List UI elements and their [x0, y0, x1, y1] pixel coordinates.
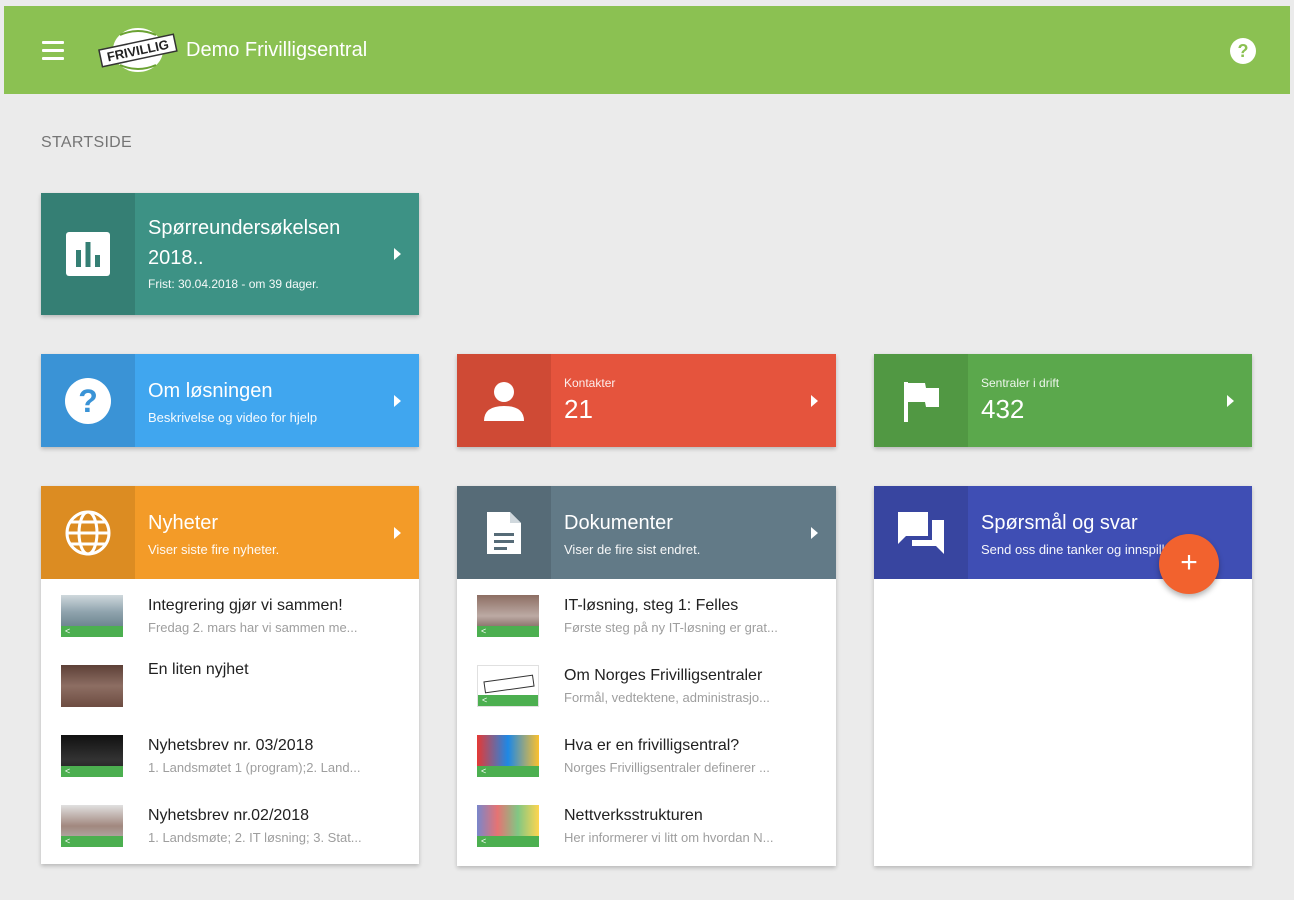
news-item-summary: 1. Landsmøtet 1 (program);2. Land... — [148, 760, 361, 775]
svg-text:?: ? — [78, 383, 98, 419]
share-icon: < — [478, 695, 538, 706]
app-header: FRIVILLIG Demo Frivilligsentral ? — [4, 6, 1290, 94]
news-item-summary: Fredag 2. mars har vi sammen me... — [148, 620, 358, 635]
chevron-right-icon — [394, 394, 401, 407]
breadcrumb: STARTSIDE — [41, 134, 133, 151]
documents-card: Dokumenter Viser de fire sist endret. < … — [457, 486, 836, 866]
document-thumbnail: < — [477, 735, 539, 777]
survey-deadline: Frist: 30.04.2018 - om 39 dager. — [148, 277, 319, 291]
share-icon: < — [477, 766, 539, 777]
help-circle-icon: ? — [41, 354, 135, 447]
about-title: Om løsningen — [148, 380, 273, 402]
share-icon: < — [61, 766, 123, 777]
news-header[interactable]: Nyheter Viser siste fire nyheter. — [41, 486, 419, 579]
centrals-label: Sentraler i drift — [981, 376, 1060, 390]
news-item[interactable]: < Nyhetsbrev nr. 03/2018 1. Landsmøtet 1… — [41, 721, 419, 791]
news-item-summary: 1. Landsmøte; 2. IT løsning; 3. Stat... — [148, 830, 362, 845]
news-item[interactable]: < Nyhetsbrev nr.02/2018 1. Landsmøte; 2.… — [41, 791, 419, 861]
document-item-title: Hva er en frivilligsentral? — [564, 737, 740, 754]
document-item-title: Nettverksstrukturen — [564, 807, 703, 824]
document-thumbnail: < — [477, 665, 539, 707]
documents-title: Dokumenter — [564, 512, 673, 534]
person-icon — [457, 354, 551, 447]
news-item-title: Nyhetsbrev nr. 03/2018 — [148, 737, 314, 754]
document-thumbnail: < — [477, 595, 539, 637]
survey-title: Spørreundersøkelsen 2018.. — [148, 217, 341, 269]
documents-header[interactable]: Dokumenter Viser de fire sist endret. — [457, 486, 836, 579]
flag-icon — [874, 354, 968, 447]
news-thumbnail: < — [61, 735, 123, 777]
frivillig-logo[interactable]: FRIVILLIG — [98, 25, 178, 75]
news-item[interactable]: < Integrering gjør vi sammen! Fredag 2. … — [41, 581, 419, 651]
centrals-card[interactable]: Sentraler i drift 432 — [874, 354, 1252, 447]
news-title: Nyheter — [148, 512, 219, 534]
document-icon — [457, 486, 551, 579]
contacts-card[interactable]: Kontakter 21 — [457, 354, 836, 447]
contacts-count: 21 — [564, 394, 593, 424]
share-icon: < — [477, 836, 539, 847]
chevron-right-icon — [394, 526, 401, 539]
document-item-title: IT-løsning, steg 1: Felles — [564, 597, 739, 614]
document-item-summary: Her informerer vi litt om hvordan N... — [564, 830, 774, 845]
menu-icon[interactable] — [42, 36, 70, 64]
share-icon: < — [61, 626, 123, 637]
news-thumbnail: < — [61, 805, 123, 847]
news-thumbnail — [61, 665, 123, 707]
about-subtitle: Beskrivelse og video for hjelp — [148, 410, 318, 425]
document-item[interactable]: < Om Norges Frivilligsentraler Formål, v… — [457, 651, 836, 721]
document-item-summary: Første steg på ny IT-løsning er grat... — [564, 620, 778, 635]
contacts-label: Kontakter — [564, 376, 616, 390]
document-item[interactable]: < IT-løsning, steg 1: Felles Første steg… — [457, 581, 836, 651]
news-item[interactable]: En liten nyjhet — [41, 651, 419, 721]
survey-card[interactable]: Spørreundersøkelsen 2018.. Frist: 30.04.… — [41, 193, 419, 315]
document-item-summary: Norges Frivilligsentraler definerer ... — [564, 760, 770, 775]
chevron-right-icon — [1227, 394, 1234, 407]
centrals-count: 432 — [981, 394, 1025, 424]
news-item-title: Integrering gjør vi sammen! — [148, 597, 343, 614]
app-title: Demo Frivilligsentral — [186, 38, 368, 61]
chevron-right-icon — [394, 248, 401, 260]
help-icon[interactable]: ? — [1230, 38, 1256, 64]
chevron-right-icon — [811, 394, 818, 407]
news-item-title: En liten nyjhet — [148, 661, 249, 678]
share-icon: < — [477, 626, 539, 637]
document-item-title: Om Norges Frivilligsentraler — [564, 667, 763, 684]
chat-icon — [874, 486, 968, 579]
share-icon: < — [61, 836, 123, 847]
about-card[interactable]: ? Om løsningen Beskrivelse og video for … — [41, 354, 419, 447]
chevron-right-icon — [811, 526, 818, 539]
document-item[interactable]: < Hva er en frivilligsentral? Norges Fri… — [457, 721, 836, 791]
news-item-title: Nyhetsbrev nr.02/2018 — [148, 807, 309, 824]
document-thumbnail: < — [477, 805, 539, 847]
globe-icon — [41, 486, 135, 579]
add-question-button[interactable]: + — [1159, 534, 1219, 594]
documents-subtitle: Viser de fire sist endret. — [564, 542, 701, 557]
document-item-summary: Formål, vedtektene, administrasjo... — [564, 690, 770, 705]
news-thumbnail: < — [61, 595, 123, 637]
bar-chart-icon — [41, 193, 135, 315]
news-subtitle: Viser siste fire nyheter. — [148, 542, 280, 557]
document-item[interactable]: < Nettverksstrukturen Her informerer vi … — [457, 791, 836, 861]
news-card: Nyheter Viser siste fire nyheter. < Inte… — [41, 486, 419, 864]
